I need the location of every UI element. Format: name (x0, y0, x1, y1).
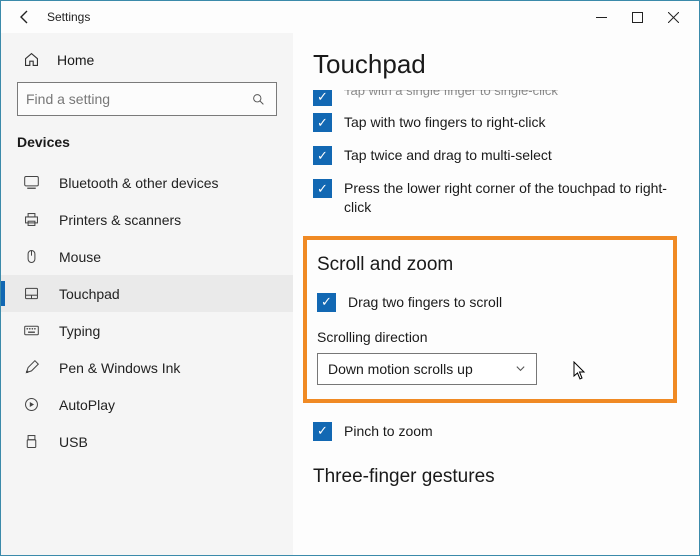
minimize-button[interactable] (583, 3, 619, 31)
autoplay-icon (23, 396, 43, 413)
checkbox-row-pinch[interactable]: ✓ Pinch to zoom (313, 415, 677, 448)
search-icon (252, 93, 268, 106)
checkbox-label: Tap twice and drag to multi-select (344, 146, 552, 165)
touchpad-icon (23, 285, 43, 302)
checkbox-label: Tap with a single finger to single-click (344, 90, 558, 100)
settings-window: Settings Home Find a setting (0, 0, 700, 556)
dropdown-value: Down motion scrolls up (328, 361, 515, 377)
window-body: Home Find a setting Devices Bluetooth & … (1, 33, 699, 555)
sidebar: Home Find a setting Devices Bluetooth & … (1, 33, 293, 555)
sidebar-item-autoplay[interactable]: AutoPlay (1, 386, 293, 423)
sidebar-item-pen[interactable]: Pen & Windows Ink (1, 349, 293, 386)
sidebar-item-label: Touchpad (59, 286, 120, 302)
search-input[interactable]: Find a setting (17, 82, 277, 116)
maximize-button[interactable] (619, 3, 655, 31)
window-title: Settings (47, 10, 583, 24)
printer-icon (23, 211, 43, 228)
checkbox-checked-icon: ✓ (313, 146, 332, 165)
bluetooth-icon (23, 174, 43, 191)
checkbox-checked-icon: ✓ (313, 113, 332, 132)
sidebar-item-label: USB (59, 434, 88, 450)
titlebar: Settings (1, 1, 699, 33)
sidebar-item-bluetooth[interactable]: Bluetooth & other devices (1, 164, 293, 201)
keyboard-icon (23, 322, 43, 339)
sidebar-section-heading: Devices (1, 134, 293, 164)
sidebar-item-label: Mouse (59, 249, 101, 265)
sidebar-home-label: Home (57, 52, 94, 68)
sidebar-item-printers[interactable]: Printers & scanners (1, 201, 293, 238)
checkbox-checked-icon: ✓ (317, 293, 336, 312)
page-title: Touchpad (313, 49, 677, 80)
sidebar-item-touchpad[interactable]: Touchpad (1, 275, 293, 312)
touchpad-settings: ✓ Tap with a single finger to single-cli… (313, 90, 677, 498)
checkbox-checked-icon: ✓ (313, 179, 332, 198)
home-icon (23, 51, 43, 68)
scrolling-direction-dropdown[interactable]: Down motion scrolls up (317, 353, 537, 385)
checkbox-checked-icon: ✓ (313, 90, 332, 106)
usb-icon (23, 433, 43, 450)
scrolling-direction-label: Scrolling direction (317, 329, 657, 345)
mouse-icon (23, 248, 43, 265)
sidebar-item-label: AutoPlay (59, 397, 115, 413)
checkbox-label: Drag two fingers to scroll (348, 293, 502, 312)
search-placeholder: Find a setting (26, 91, 252, 107)
checkbox-row-two-finger[interactable]: ✓ Tap with two fingers to right-click (313, 106, 677, 139)
scroll-zoom-highlight: Scroll and zoom ✓ Drag two fingers to sc… (303, 236, 677, 403)
sidebar-item-mouse[interactable]: Mouse (1, 238, 293, 275)
chevron-down-icon (515, 363, 526, 374)
sidebar-item-label: Pen & Windows Ink (59, 360, 180, 376)
three-finger-heading: Three-finger gestures (313, 466, 677, 488)
sidebar-home[interactable]: Home (1, 45, 293, 82)
close-button[interactable] (655, 3, 691, 31)
back-button[interactable] (11, 3, 39, 31)
checkbox-label: Press the lower right corner of the touc… (344, 179, 677, 217)
checkbox-checked-icon: ✓ (313, 422, 332, 441)
sidebar-item-label: Bluetooth & other devices (59, 175, 219, 191)
main-panel: Touchpad ✓ Tap with a single finger to s… (293, 33, 699, 555)
checkbox-label: Pinch to zoom (344, 422, 433, 441)
checkbox-row-truncated[interactable]: ✓ Tap with a single finger to single-cli… (313, 90, 677, 106)
checkbox-row-tap-drag[interactable]: ✓ Tap twice and drag to multi-select (313, 139, 677, 172)
sidebar-nav: Bluetooth & other devices Printers & sca… (1, 164, 293, 555)
sidebar-item-label: Typing (59, 323, 100, 339)
checkbox-row-lower-right[interactable]: ✓ Press the lower right corner of the to… (313, 172, 677, 224)
sidebar-item-usb[interactable]: USB (1, 423, 293, 460)
scroll-zoom-heading: Scroll and zoom (317, 254, 657, 276)
checkbox-row-drag-two[interactable]: ✓ Drag two fingers to scroll (317, 286, 657, 319)
sidebar-item-label: Printers & scanners (59, 212, 181, 228)
sidebar-item-typing[interactable]: Typing (1, 312, 293, 349)
pen-icon (23, 359, 43, 376)
checkbox-label: Tap with two fingers to right-click (344, 113, 546, 132)
